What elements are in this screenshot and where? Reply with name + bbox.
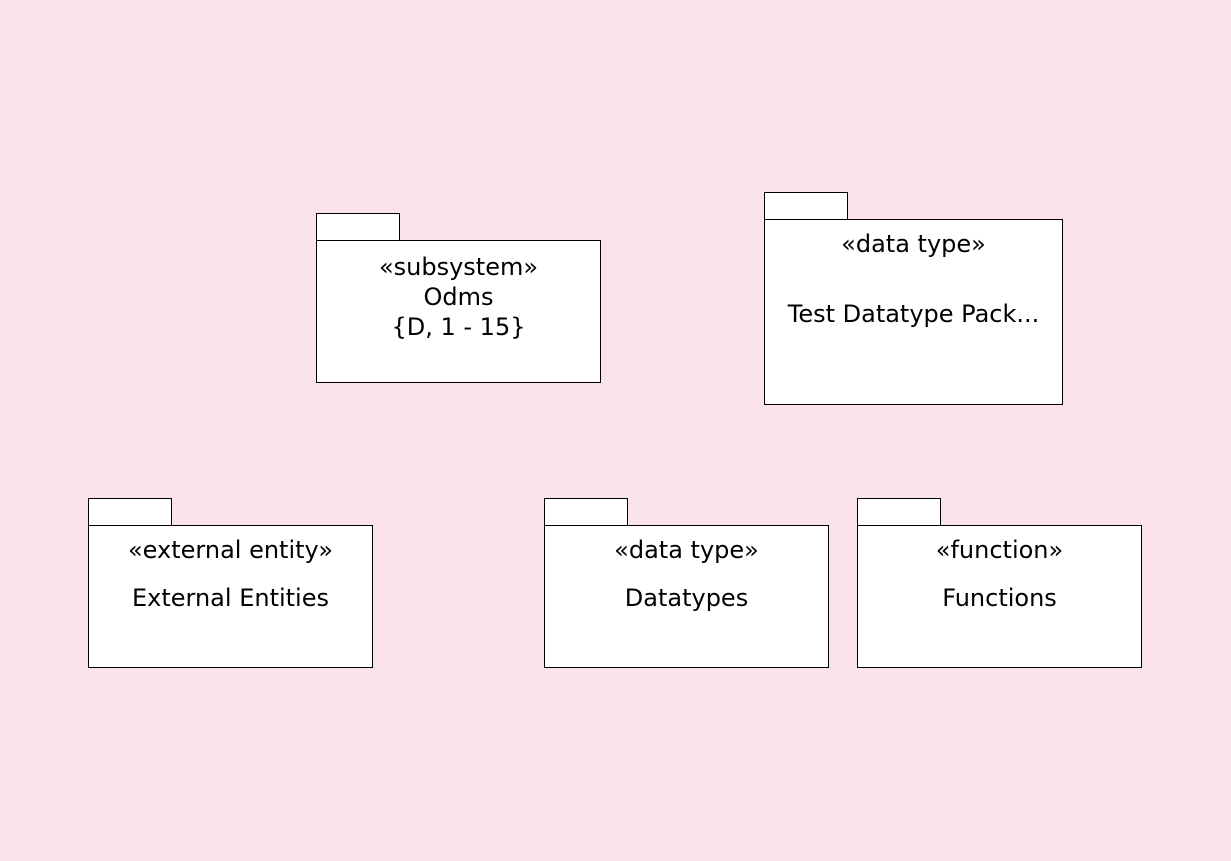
package-name: Test Datatype Pack...: [787, 300, 1040, 328]
package-detail: {D, 1 - 15}: [391, 313, 526, 341]
package-name: Odms: [423, 283, 494, 311]
package-stereotype: «external entity»: [128, 536, 333, 564]
package-body[interactable]: «external entity» External Entities: [88, 525, 373, 668]
package-body[interactable]: «subsystem» Odms {D, 1 - 15}: [316, 240, 601, 383]
package-tab: [316, 213, 400, 241]
package-tab: [544, 498, 628, 526]
package-tab: [88, 498, 172, 526]
package-tab: [764, 192, 848, 220]
package-name: Datatypes: [624, 584, 749, 612]
package-body[interactable]: «data type» Datatypes: [544, 525, 829, 668]
package-stereotype: «data type»: [841, 230, 986, 258]
package-body[interactable]: «function» Functions: [857, 525, 1142, 668]
package-tab: [857, 498, 941, 526]
package-stereotype: «data type»: [614, 536, 759, 564]
diagram-canvas: { "colors": { "background": "#f9e2e8", "…: [0, 0, 1231, 861]
package-stereotype: «function»: [935, 536, 1064, 564]
package-name: External Entities: [131, 584, 329, 612]
package-stereotype: «subsystem»: [378, 253, 539, 281]
package-body[interactable]: «data type» Test Datatype Pack...: [764, 219, 1063, 405]
package-name: Functions: [942, 584, 1057, 612]
